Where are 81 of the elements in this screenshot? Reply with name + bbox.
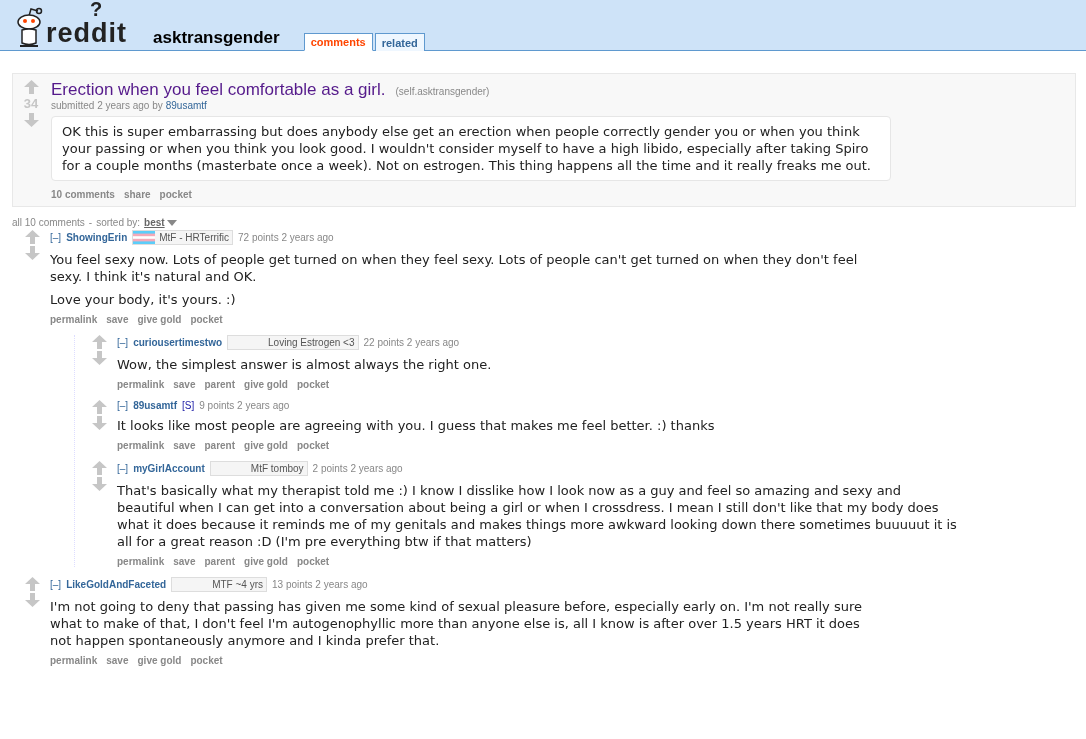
upvote-icon[interactable] — [24, 577, 40, 591]
downvote-icon[interactable] — [24, 593, 40, 607]
downvote-icon[interactable] — [91, 351, 107, 365]
comment-action-link[interactable]: save — [173, 440, 196, 451]
comment-score: 2 points 2 years ago — [312, 463, 403, 474]
page-tab[interactable]: comments — [303, 33, 373, 51]
comment-text: Love your body, it's yours. :) — [50, 291, 237, 308]
post-action-link[interactable]: 10 comments — [51, 189, 115, 200]
post-domain[interactable]: (self.asktransgender) — [395, 86, 490, 97]
collapse-toggle[interactable]: [–] — [117, 337, 129, 348]
comment-action-link[interactable]: pocket — [190, 314, 223, 325]
comment-action-link[interactable]: permalink — [117, 440, 165, 451]
comment-text: It looks like most people are agreeing with you. I guess that makes me feel better. :) thanks — [117, 417, 716, 434]
comment-action-link[interactable]: save — [173, 379, 196, 390]
upvote-icon[interactable] — [91, 461, 107, 475]
upvote-icon[interactable] — [91, 400, 107, 414]
comment-author[interactable]: myGirlAccount — [133, 463, 205, 474]
collapse-toggle[interactable]: [–] — [117, 400, 129, 411]
post-body: OK this is super embarrassing but does anybody else get an erection when people correctly gender you or when you think your passing or when you think you look good. I wouldn't consider myself to have a high libido, especially after taking Spiro for a couple months (masterbate once a week). Not on estrogen. This thing happens all the time and it really freaks me out. — [51, 116, 891, 181]
comment-action-link[interactable]: give gold — [244, 379, 288, 390]
user-flair: Loving Estrogen <3 — [227, 335, 359, 350]
comment-action-link[interactable]: pocket — [296, 440, 330, 451]
comment-action-link[interactable]: pocket — [296, 556, 330, 567]
comment-action-link[interactable]: permalink — [117, 379, 165, 390]
collapse-toggle[interactable]: [–] — [50, 232, 62, 243]
site-logo[interactable]: reddit — [46, 20, 127, 47]
comment-score: 72 points 2 years ago — [238, 232, 334, 243]
comment-text: You feel sexy now. Lots of people get turned on when they feel sexy. Lots of people can't get turned on when they don't feel sexy. I think it's natural and OK. — [50, 251, 859, 285]
separator: - — [88, 217, 93, 228]
upvote-icon[interactable] — [24, 230, 40, 244]
comment-action-link[interactable]: save — [173, 556, 196, 567]
comment-action-link[interactable]: permalink — [117, 556, 165, 567]
comment-action-link[interactable]: save — [106, 655, 129, 666]
page-tab[interactable]: related — [374, 33, 425, 51]
submitter-tag: [S] — [182, 400, 195, 411]
comment-action-link[interactable]: permalink — [50, 655, 98, 666]
post-tagline: submitted 2 years ago by — [51, 100, 163, 111]
user-flair: MtF - HRTerrific — [132, 230, 234, 245]
comment-author[interactable]: 89usamtf — [133, 400, 178, 411]
comment-score: 13 points 2 years ago — [272, 579, 368, 590]
comment-text: I'm not going to deny that passing has given me some kind of sexual pleasure before, especially early on. I'm not really sure what to make of that, I don't feel I'm autogenophyllic more than anyone else is, all I know is after over 1.5 years HRT it does not happen spontaneously anymore and I kinda prefer that. — [50, 598, 863, 649]
comment-author[interactable]: ShowingErin — [66, 232, 128, 243]
alien-mascot-icon — [14, 7, 44, 47]
comment-score: 22 points 2 years ago — [363, 337, 460, 348]
comment-action-link[interactable]: parent — [204, 379, 236, 390]
upvote-icon[interactable] — [91, 335, 107, 349]
upvote-icon[interactable] — [23, 80, 39, 94]
post-action-link[interactable]: pocket — [159, 189, 192, 200]
logo-mark: ? — [90, 0, 103, 19]
comment-text: That's basically what my therapist told me :) I know I disslike how I look now as a guy and feel so amazing and sexy and beautiful when I can get into a conversation about being a girl or when I crossdress. I mean I still don't like that my body does what it does because it reminds me of my genitals and makes things more awkward looking down there sometimes buuuuut it is all for a great reason :D (I'm pre everything btw if that matters) — [117, 482, 957, 550]
downvote-icon[interactable] — [91, 416, 107, 430]
comment-action-link[interactable]: permalink — [50, 314, 98, 325]
sort-label: sorted by: — [96, 217, 141, 228]
post-title[interactable]: Erection when you feel comfortable as a girl. — [51, 80, 386, 100]
caret-icon — [166, 219, 177, 226]
comment-action-link[interactable]: give gold — [244, 440, 288, 451]
comment-action-link[interactable]: pocket — [296, 379, 330, 390]
downvote-icon[interactable] — [24, 246, 40, 260]
flag-icon — [133, 231, 156, 244]
collapse-toggle[interactable]: [–] — [117, 463, 129, 474]
comment-action-link[interactable]: pocket — [190, 655, 223, 666]
downvote-icon[interactable] — [91, 477, 107, 491]
comment-text: Wow, the simplest answer is almost always the right one. — [117, 356, 493, 373]
downvote-icon[interactable] — [23, 113, 39, 127]
comment-action-link[interactable]: give gold — [137, 655, 182, 666]
comment-count: all 10 comments — [12, 217, 85, 228]
comment-author[interactable]: curiousertimestwo — [133, 337, 223, 348]
post-action-link[interactable]: share — [123, 189, 151, 200]
collapse-toggle[interactable]: [–] — [50, 579, 62, 590]
comment-action-link[interactable]: save — [106, 314, 129, 325]
comment-action-link[interactable]: parent — [204, 440, 236, 451]
comment-action-link[interactable]: give gold — [244, 556, 288, 567]
comment-author[interactable]: LikeGoldAndFaceted — [66, 579, 167, 590]
comment-action-link[interactable]: parent — [204, 556, 236, 567]
comment-action-link[interactable]: give gold — [137, 314, 182, 325]
user-flair: MtF tomboy — [209, 461, 308, 476]
subreddit-name[interactable]: asktransgender — [153, 28, 280, 48]
comment-score: 9 points 2 years ago — [199, 400, 290, 411]
sort-dropdown[interactable]: best — [144, 217, 177, 228]
user-flair: MTF ~4 yrs — [171, 577, 267, 592]
post-author[interactable]: 89usamtf — [165, 100, 207, 111]
